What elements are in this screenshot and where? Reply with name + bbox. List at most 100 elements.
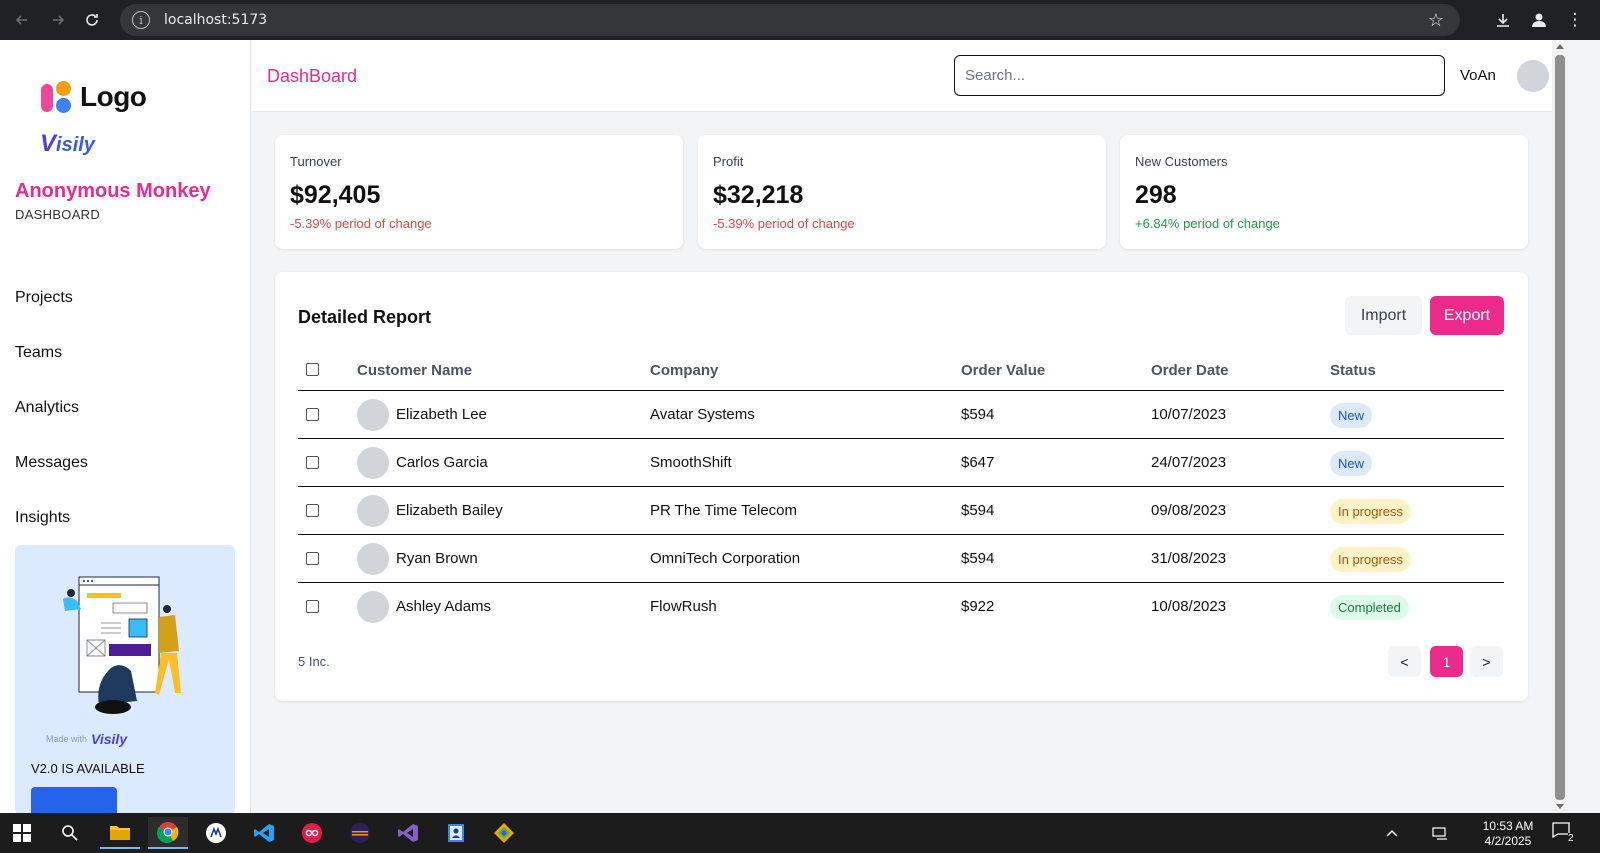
back-icon[interactable]: [4, 4, 40, 36]
export-button[interactable]: Export: [1430, 296, 1504, 335]
column-header-order-date[interactable]: Order Date: [1151, 362, 1229, 379]
tray-chevron-icon[interactable]: [1385, 813, 1399, 853]
table-row[interactable]: Ashley Adams FlowRush $922 10/08/2023 Co…: [298, 583, 1504, 631]
promo-card: Made with Visily V2.0 IS AVAILABLE: [15, 545, 235, 813]
search-icon[interactable]: [50, 817, 90, 849]
order-date: 10/08/2023: [1151, 598, 1227, 615]
stat-card-turnover: Turnover $92,405 -5.39% period of change: [275, 135, 683, 249]
pagination-prev-button[interactable]: <: [1388, 646, 1421, 677]
order-value: $647: [961, 454, 995, 471]
customer-name: Ashley Adams: [396, 598, 492, 615]
avatar: [357, 447, 389, 479]
scrollbar-thumb[interactable]: [1555, 55, 1565, 800]
row-checkbox[interactable]: [306, 504, 319, 517]
stat-delta: -5.39% period of change: [290, 216, 432, 231]
contacts-app-icon[interactable]: [436, 817, 476, 849]
vscode-icon[interactable]: [244, 817, 284, 849]
customer-name: Elizabeth Bailey: [396, 502, 503, 519]
system-clock[interactable]: 10:53 AM 4/2/2025: [1473, 819, 1543, 849]
menu-dots-icon[interactable]: ⋮: [1560, 4, 1590, 36]
column-header-company[interactable]: Company: [650, 362, 718, 379]
username[interactable]: VoAn: [1460, 67, 1496, 84]
row-checkbox[interactable]: [306, 600, 319, 613]
made-with-visily: Made with Visily: [46, 731, 128, 747]
stat-label: Turnover: [290, 154, 342, 169]
reload-icon[interactable]: [74, 4, 110, 36]
chrome-icon[interactable]: [148, 817, 188, 849]
report-table: Customer Name Company Order Value Order …: [298, 346, 1504, 631]
record-app-icon[interactable]: [292, 817, 332, 849]
avatar: [357, 399, 389, 431]
column-header-order-value[interactable]: Order Value: [961, 362, 1045, 379]
stat-label: New Customers: [1135, 154, 1228, 169]
git-tool-icon[interactable]: [484, 817, 524, 849]
customer-name: Carlos Garcia: [396, 454, 488, 471]
row-checkbox[interactable]: [306, 552, 319, 565]
eclipse-icon[interactable]: [340, 817, 380, 849]
avatar[interactable]: [1517, 60, 1549, 92]
status-badge: New: [1330, 403, 1373, 428]
sidebar-item-messages[interactable]: Messages: [15, 435, 88, 490]
site-info-icon[interactable]: i: [132, 11, 150, 29]
detailed-report-panel: Detailed Report Import Export Customer N…: [275, 272, 1528, 701]
column-header-customer-name[interactable]: Customer Name: [357, 362, 472, 379]
visily-logo-text: isily: [56, 134, 95, 156]
order-value: $594: [961, 550, 995, 567]
made-with-text: Made with: [46, 734, 88, 744]
row-checkbox[interactable]: [306, 408, 319, 421]
table-row[interactable]: Ryan Brown OmniTech Corporation $594 31/…: [298, 535, 1504, 583]
row-checkbox[interactable]: [306, 456, 319, 469]
clock-date: 4/2/2025: [1484, 834, 1532, 848]
sidebar-item-insights[interactable]: Insights: [15, 490, 88, 545]
os-taskbar: 10:53 AM 4/2/2025 2: [0, 813, 1600, 853]
top-header: DashBoard VoAn: [252, 40, 1552, 112]
search-input[interactable]: [954, 55, 1445, 96]
forward-icon[interactable]: [40, 4, 76, 36]
table-row[interactable]: Elizabeth Lee Avatar Systems $594 10/07/…: [298, 391, 1504, 439]
select-all-checkbox[interactable]: [306, 363, 319, 376]
page-scrollbar[interactable]: [1552, 40, 1568, 813]
stat-card-new-customers: New Customers 298 +6.84% period of chang…: [1120, 135, 1528, 249]
browser-toolbar: i localhost:5173 ☆ ⋮: [0, 0, 1600, 40]
windows-start-icon[interactable]: [2, 817, 42, 849]
brand-name: Anonymous Monkey: [15, 180, 211, 202]
company-name: Avatar Systems: [650, 406, 755, 423]
order-date: 10/07/2023: [1151, 406, 1227, 423]
order-value: $922: [961, 598, 995, 615]
address-bar[interactable]: i localhost:5173 ☆: [120, 4, 1460, 36]
scroll-down-icon[interactable]: [1556, 804, 1564, 809]
sidebar: Logo Visily Anonymous Monkey DASHBOARD P…: [0, 40, 251, 813]
import-button[interactable]: Import: [1345, 296, 1422, 335]
file-explorer-icon[interactable]: [100, 817, 140, 849]
order-value: $594: [961, 502, 995, 519]
logo[interactable]: Logo: [41, 81, 147, 113]
pagination-next-button[interactable]: >: [1470, 646, 1503, 677]
visual-studio-icon[interactable]: [388, 817, 428, 849]
table-row[interactable]: Elizabeth Bailey PR The Time Telecom $59…: [298, 487, 1504, 535]
clock-time: 10:53 AM: [1482, 819, 1534, 833]
sidebar-item-teams[interactable]: Teams: [15, 325, 88, 380]
report-title: Detailed Report: [298, 307, 432, 327]
sidebar-item-analytics[interactable]: Analytics: [15, 380, 88, 435]
table-row[interactable]: Carlos Garcia SmoothShift $647 24/07/202…: [298, 439, 1504, 487]
avatar: [357, 543, 389, 575]
stat-value: 298: [1135, 181, 1177, 209]
page-title: DashBoard: [267, 66, 358, 86]
download-icon[interactable]: [1488, 4, 1518, 36]
app-icon[interactable]: [196, 817, 236, 849]
column-header-status[interactable]: Status: [1330, 362, 1376, 379]
order-date: 24/07/2023: [1151, 454, 1227, 471]
pagination-page-button[interactable]: 1: [1430, 646, 1463, 677]
promo-button[interactable]: [31, 787, 117, 813]
sidebar-item-projects[interactable]: Projects: [15, 270, 88, 325]
company-name: FlowRush: [650, 598, 717, 615]
sidebar-nav: Projects Teams Analytics Messages Insigh…: [15, 270, 88, 545]
made-with-brand: isily: [99, 731, 128, 747]
bookmark-star-icon[interactable]: ☆: [1428, 10, 1444, 31]
scroll-up-icon[interactable]: [1556, 44, 1564, 49]
company-name: SmoothShift: [650, 454, 732, 471]
profile-icon[interactable]: [1524, 4, 1554, 36]
stat-delta: +6.84% period of change: [1135, 216, 1280, 231]
network-icon[interactable]: [1432, 813, 1448, 853]
order-date: 31/08/2023: [1151, 550, 1227, 567]
